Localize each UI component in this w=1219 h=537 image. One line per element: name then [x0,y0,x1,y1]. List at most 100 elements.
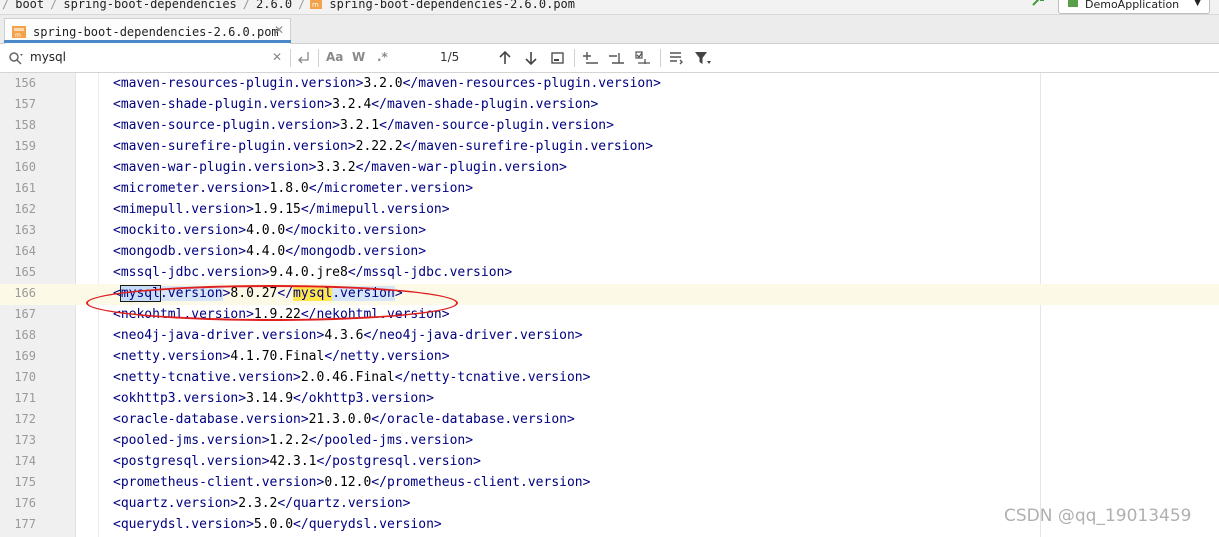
opening-tag: <maven-surefire-plugin.version> [113,139,356,154]
tab-label: spring-boot-dependencies-2.6.0.pom [33,24,279,39]
regex-toggle[interactable]: .* [377,50,388,64]
select-all-occurrences-icon[interactable] [550,50,566,66]
version-value: 1.9.22 [253,307,301,322]
closing-tag: </micrometer.version> [308,181,474,196]
code-line[interactable]: 173 <pooled-jms.version>1.2.2</pooled-jms… [0,431,1219,452]
code-text: <maven-war-plugin.version>3.3.2</maven-w… [113,160,567,175]
close-icon[interactable]: ✕ [274,23,284,37]
code-line[interactable]: 160 <maven-war-plugin.version>3.3.2</mave… [0,158,1219,179]
breadcrumb-separator: / [298,0,306,11]
opening-tag: <netty.version> [113,349,231,364]
search-input[interactable] [30,48,270,66]
code-line[interactable]: 175 <prometheus-client.version>0.12.0</pr… [0,473,1219,494]
breadcrumb-separator: / [2,0,10,11]
code-line[interactable]: 168 <neo4j-java-driver.version>4.3.6</neo… [0,326,1219,347]
match-counter: 1/5 [440,50,460,64]
code-text: <mongodb.version>4.4.0</mongodb.version> [113,244,426,259]
code-line[interactable]: 163 <mockito.version>4.0.0</mockito.versi… [0,221,1219,242]
line-number: 158 [14,118,36,132]
code-line[interactable]: 174 <postgresql.version>42.3.1</postgresq… [0,452,1219,473]
version-value: 4.1.70.Final [230,349,325,364]
new-line-icon[interactable] [296,50,312,66]
version-value: 3.3.2 [316,160,356,175]
code-text: <maven-source-plugin.version>3.2.1</mave… [113,118,614,133]
closing-tag: </netty-tcnative.version> [394,370,591,385]
closing-tag: </mssql-jdbc.version> [347,265,513,280]
closing-tag: </netty.version> [324,349,450,364]
opening-tag: <oracle-database.version> [113,412,309,427]
closing-tag: </neo4j-java-driver.version> [363,328,583,343]
closing-tag: </maven-surefire-plugin.version> [402,139,654,154]
closing-tag: </mongodb.version> [285,244,427,259]
line-number: 160 [14,160,36,174]
arrow-down-icon[interactable] [524,50,538,66]
line-number: 171 [14,391,36,405]
code-line[interactable]: 164 <mongodb.version>4.4.0</mongodb.versi… [0,242,1219,263]
line-number: 162 [14,202,36,216]
remove-selection-icon[interactable] [608,50,626,66]
navigation-bar: / boot / spring-boot-dependencies / 2.6.… [0,0,1219,15]
code-text: <okhttp3.version>3.14.9</okhttp3.version… [113,391,434,406]
maven-file-icon: m [12,25,26,39]
code-line[interactable]: 161 <micrometer.version>1.8.0</micrometer… [0,179,1219,200]
code-text: <querydsl.version>5.0.0</querydsl.versio… [113,517,442,532]
version-value: 8.0.27 [230,286,278,301]
code-text: <neo4j-java-driver.version>4.3.6</neo4j-… [113,328,583,343]
filter-icon[interactable] [694,50,712,66]
version-value: 0.12.0 [324,475,372,490]
code-text: <maven-surefire-plugin.version>2.22.2</m… [113,139,653,154]
watermark: CSDN @qq_19013459 [1004,506,1192,526]
version-value: 21.3.0.0 [308,412,372,427]
match-case-toggle[interactable]: Aa [326,50,343,64]
code-text: <maven-shade-plugin.version>3.2.4</maven… [113,97,598,112]
code-text: <mockito.version>4.0.0</mockito.version> [113,223,426,238]
code-text: <micrometer.version>1.8.0</micrometer.ve… [113,181,473,196]
code-line[interactable]: 162 <mimepull.version>1.9.15</mimepull.ve… [0,200,1219,221]
code-line[interactable]: 166 <mysql.version>8.0.27</mysql.version> [0,284,1219,305]
closing-tag: </mockito.version> [285,223,427,238]
code-line[interactable]: 156 <maven-resources-plugin.version>3.2.0… [0,74,1219,95]
chevron-down-icon: ▼ [1194,0,1201,8]
code-line[interactable]: 165 <mssql-jdbc.version>9.4.0.jre8</mssql… [0,263,1219,284]
clear-search-icon[interactable]: ✕ [272,50,282,64]
opening-tag: <micrometer.version> [113,181,270,196]
words-toggle[interactable]: W [352,50,365,64]
opening-tag: <maven-war-plugin.version> [113,160,317,175]
opening-tag: <netty-tcnative.version> [113,370,301,385]
code-line[interactable]: 167 <nekohtml.version>1.9.22</nekohtml.ve… [0,305,1219,326]
search-icon[interactable] [8,51,24,65]
version-value: 3.2.1 [339,118,380,133]
code-line[interactable]: 170 <netty-tcnative.version>2.0.46.Final<… [0,368,1219,389]
code-text: <mysql.version>8.0.27</mysql.version> [113,285,403,302]
code-text: <pooled-jms.version>1.2.2</pooled-jms.ve… [113,433,473,448]
closing-tag: </pooled-jms.version> [308,433,474,448]
code-line[interactable]: 171 <okhttp3.version>3.14.9</okhttp3.vers… [0,389,1219,410]
breadcrumb-item[interactable]: spring-boot-dependencies-2.6.0.pom [325,0,579,11]
code-line[interactable]: 172 <oracle-database.version>21.3.0.0</or… [0,410,1219,431]
add-selection-icon[interactable] [582,50,600,66]
select-all-matches-icon[interactable] [634,50,652,66]
code-text: <maven-resources-plugin.version>3.2.0</m… [113,76,661,91]
arrow-up-icon[interactable] [498,50,512,66]
settings-list-icon[interactable] [668,50,684,66]
code-line[interactable]: 169 <netty.version>4.1.70.Final</netty.ve… [0,347,1219,368]
run-configuration-select[interactable]: DemoApplication ▼ [1058,0,1210,14]
line-number: 161 [14,181,36,195]
breadcrumb-item[interactable]: 2.6.0 [252,0,296,11]
opening-tag: <maven-source-plugin.version> [113,118,340,133]
divider [660,49,661,67]
version-value: 2.22.2 [355,139,403,154]
code-editor[interactable]: 156 <maven-resources-plugin.version>3.2.0… [0,73,1219,537]
version-value: 9.4.0.jre8 [269,265,348,280]
code-line[interactable]: 157 <maven-shade-plugin.version>3.2.4</ma… [0,95,1219,116]
build-hammer-icon[interactable] [1032,0,1044,6]
closing-tag: </maven-resources-plugin.version> [402,76,661,91]
breadcrumb-item[interactable]: spring-boot-dependencies [59,0,240,11]
line-number: 156 [14,76,36,90]
opening-tag: <mssql-jdbc.version> [113,265,270,280]
code-text: <postgresql.version>42.3.1</postgresql.v… [113,454,481,469]
breadcrumb-item[interactable]: boot [11,0,48,11]
code-line[interactable]: 159 <maven-surefire-plugin.version>2.22.2… [0,137,1219,158]
code-text: <quartz.version>2.3.2</quartz.version> [113,496,410,511]
code-line[interactable]: 158 <maven-source-plugin.version>3.2.1</m… [0,116,1219,137]
